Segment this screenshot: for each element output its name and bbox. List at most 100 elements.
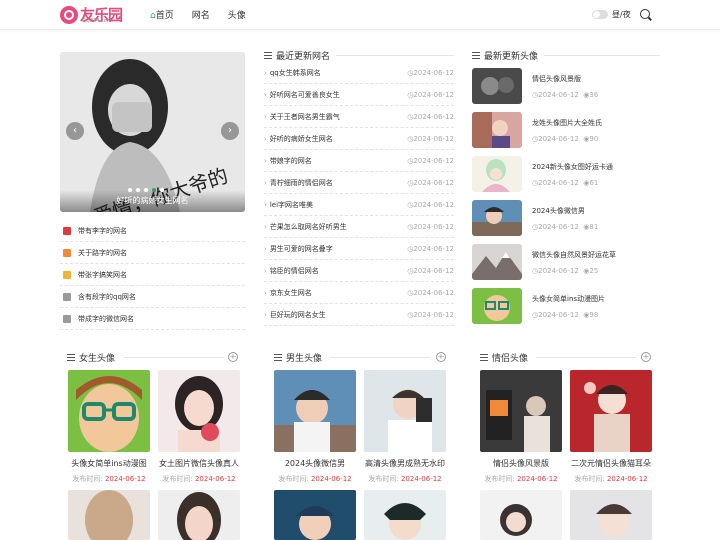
- avatar-card[interactable]: 女土图片微信头像真人 发布时间: 2024-06-12: [158, 370, 240, 484]
- list-item[interactable]: 巨好玩的网名女生 ◷2024-06-12: [264, 304, 454, 326]
- avatar-card[interactable]: 头像女简单ins动漫图 发布时间: 2024-06-12: [68, 370, 150, 484]
- list-item[interactable]: 带有李字的网名: [60, 220, 245, 242]
- item-views: 81: [589, 222, 599, 231]
- list-item[interactable]: 2024新头像女图好运卡通 ◷2024-06-12 ◉61: [472, 152, 662, 196]
- list-item[interactable]: 情侣头像风景版 ◷2024-06-12 ◉36: [472, 64, 662, 108]
- list-item[interactable]: lei字网名唯美 ◷2024-06-12: [264, 194, 454, 216]
- avatar-card[interactable]: 情侣头像风景版 发布时间: 2024-06-12: [480, 370, 562, 484]
- list-item[interactable]: 头像女简单ins动漫图片 ◷2024-06-12 ◉98: [472, 284, 662, 328]
- tag-icon: [63, 226, 71, 235]
- item-meta: ◷2024-06-12 ◉36: [532, 90, 599, 99]
- avatar-image[interactable]: [158, 370, 240, 452]
- slider-dot[interactable]: [144, 188, 148, 192]
- list-item[interactable]: qq女生韩系网名 ◷2024-06-12: [264, 62, 454, 84]
- list-item[interactable]: 带张字搞笑网名: [60, 264, 245, 286]
- item-date: ◷2024-06-12: [407, 90, 454, 99]
- list-item[interactable]: 关于路字的网名: [60, 242, 245, 264]
- list-item[interactable]: 带娘字的网名 ◷2024-06-12: [264, 150, 454, 172]
- item-title: 关于王者网名男生霸气: [264, 112, 340, 122]
- avatar-image[interactable]: [480, 370, 562, 452]
- list-icon: [274, 353, 282, 361]
- slider-dot-active[interactable]: [152, 188, 156, 192]
- avatar-thumbnail[interactable]: [472, 68, 522, 104]
- list-item[interactable]: 男生可爱的网名叠字 ◷2024-06-12: [264, 238, 454, 260]
- item-title: 男生可爱的网名叠字: [264, 244, 333, 254]
- nav-home[interactable]: ⌂首页: [150, 8, 174, 21]
- avatar-image[interactable]: [274, 370, 356, 452]
- site-logo[interactable]: 友乐园 QQ234.com: [60, 4, 123, 25]
- list-item-label: 带成字的微信网名: [78, 314, 134, 323]
- item-date: ◷2024-06-12: [407, 244, 454, 253]
- slider-dot[interactable]: [160, 188, 164, 192]
- item-date: ◷2024-06-12: [407, 266, 454, 275]
- item-title: 巨好玩的网名女生: [264, 310, 326, 320]
- avatar-image[interactable]: [68, 490, 150, 540]
- slider-dot[interactable]: [128, 188, 132, 192]
- item-title: 头像女简单ins动漫图片: [532, 294, 606, 303]
- card-title[interactable]: 情侣头像风景版: [480, 458, 562, 469]
- slider-dot[interactable]: [136, 188, 140, 192]
- avatar-image[interactable]: [364, 490, 446, 540]
- more-plus-icon[interactable]: +: [641, 352, 651, 362]
- list-item[interactable]: 带成字的微信网名: [60, 308, 245, 330]
- avatar-thumbnail[interactable]: [472, 200, 522, 236]
- item-date: ◷2024-06-12: [407, 222, 454, 231]
- list-item[interactable]: 含有段字的qq网名: [60, 286, 245, 308]
- item-date: ◷2024-06-12: [407, 288, 454, 297]
- avatar-image[interactable]: [570, 490, 652, 540]
- avatar-card[interactable]: 2024头像微信男 发布时间: 2024-06-12: [274, 370, 356, 484]
- item-date-text: 2024-06-12: [413, 310, 454, 319]
- list-item[interactable]: 微信头像自然风景好运花草 ◷2024-06-12 ◉25: [472, 240, 662, 284]
- card-title[interactable]: 2024头像微信男: [274, 458, 356, 469]
- list-item-label: 带张字搞笑网名: [78, 270, 127, 279]
- slider-next-button[interactable]: ›: [221, 122, 239, 140]
- tag-icon: [63, 248, 71, 257]
- slider-prev-button[interactable]: ‹: [66, 122, 84, 140]
- list-item[interactable]: 好听的病娇女生网名 ◷2024-06-12: [264, 128, 454, 150]
- avatar-card[interactable]: 高清头像男成熟无水印 发布时间: 2024-06-12: [364, 370, 446, 484]
- list-item[interactable]: 青柠细雨的情侣网名 ◷2024-06-12: [264, 172, 454, 194]
- avatar-image[interactable]: [68, 370, 150, 452]
- avatar-card[interactable]: 二次元情侣头像猫耳朵 发布时间: 2024-06-12: [570, 370, 652, 484]
- list-item[interactable]: 京东女生网名 ◷2024-06-12: [264, 282, 454, 304]
- slider-caption[interactable]: 好听的病娇女生网名: [60, 190, 245, 212]
- list-item[interactable]: 芒果怎么取网名好听男生 ◷2024-06-12: [264, 216, 454, 238]
- card-title[interactable]: 头像女简单ins动漫图: [68, 458, 150, 469]
- card-title[interactable]: 二次元情侣头像猫耳朵: [570, 458, 652, 469]
- list-icon: [264, 51, 272, 59]
- more-plus-icon[interactable]: +: [228, 352, 238, 362]
- item-title: 龙姓头像图片大全姓氏: [532, 118, 602, 127]
- item-date: 2024-06-12: [538, 134, 579, 143]
- list-item[interactable]: 铭臣的情侣网名 ◷2024-06-12: [264, 260, 454, 282]
- item-title: 带娘字的网名: [264, 156, 312, 166]
- avatar-image[interactable]: [158, 490, 240, 540]
- more-plus-icon[interactable]: +: [436, 352, 446, 362]
- item-title: 京东女生网名: [264, 288, 312, 298]
- card-title[interactable]: 女土图片微信头像真人: [158, 458, 240, 469]
- avatar-image[interactable]: [274, 490, 356, 540]
- card-date: 发布时间: 2024-06-12: [274, 474, 356, 484]
- list-item[interactable]: 龙姓头像图片大全姓氏 ◷2024-06-12 ◉90: [472, 108, 662, 152]
- avatar-thumbnail[interactable]: [472, 112, 522, 148]
- card-title[interactable]: 高清头像男成熟无水印: [364, 458, 446, 469]
- avatar-image[interactable]: [480, 490, 562, 540]
- slider-dots: [128, 188, 168, 192]
- list-item[interactable]: 关于王者网名男生霸气 ◷2024-06-12: [264, 106, 454, 128]
- avatar-image[interactable]: [570, 370, 652, 452]
- item-date-text: 2024-06-12: [413, 266, 454, 275]
- recent-names-list: qq女生韩系网名 ◷2024-06-12 好听网名可爱善良女生 ◷2024-06-1…: [264, 62, 454, 326]
- avatar-thumbnail[interactable]: [472, 244, 522, 280]
- nav-names[interactable]: 网名: [192, 8, 210, 21]
- avatar-thumbnail[interactable]: [472, 156, 522, 192]
- avatar-image[interactable]: [364, 370, 446, 452]
- day-night-toggle[interactable]: 昼/夜: [592, 9, 631, 20]
- logo-icon: [60, 5, 78, 24]
- item-title: 情侣头像风景版: [532, 74, 581, 83]
- date-prefix: 发布时间:: [162, 475, 193, 483]
- list-item[interactable]: 2024头像微信男 ◷2024-06-12 ◉81: [472, 196, 662, 240]
- list-item[interactable]: 好听网名可爱善良女生 ◷2024-06-12: [264, 84, 454, 106]
- item-date: 2024-06-12: [538, 266, 579, 275]
- search-icon[interactable]: [640, 9, 650, 19]
- avatar-thumbnail[interactable]: [472, 288, 522, 324]
- nav-avatars[interactable]: 头像: [228, 8, 246, 21]
